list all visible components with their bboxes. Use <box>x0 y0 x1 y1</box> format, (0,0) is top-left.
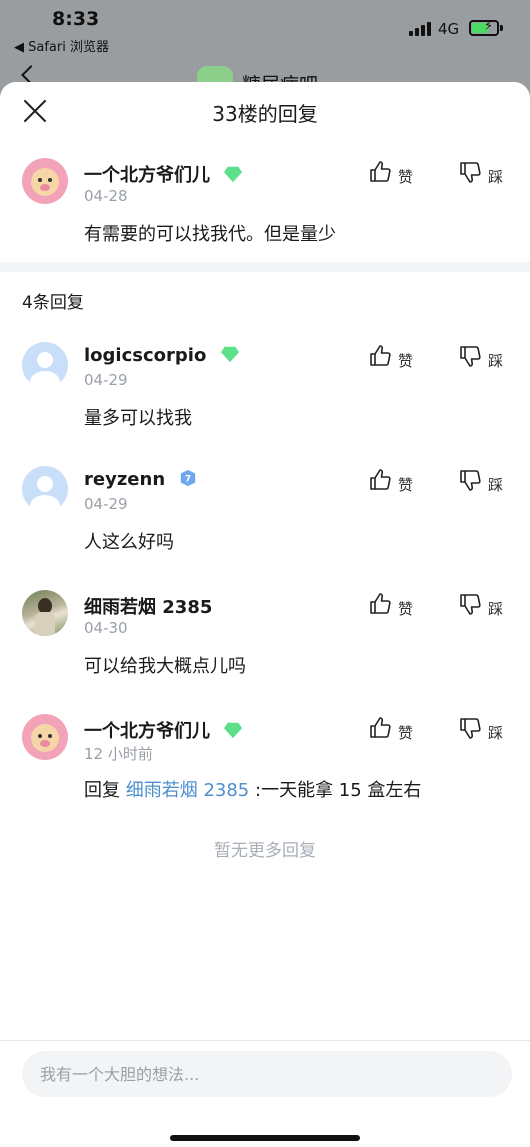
like-button[interactable]: 赞 <box>368 468 422 496</box>
thumbs-down-icon <box>460 594 481 615</box>
reply-input[interactable] <box>22 1051 512 1097</box>
username[interactable]: 一个北方爷们儿 <box>84 717 243 743</box>
dislike-label: 踩 <box>488 168 504 186</box>
reply-input-bar <box>0 1040 530 1147</box>
username-text[interactable]: reyzenn <box>84 469 165 490</box>
dislike-button[interactable]: 踩 <box>458 160 512 188</box>
comment-date: 12 小时前 <box>84 745 153 763</box>
dislike-label: 踩 <box>488 600 504 618</box>
avatar[interactable] <box>22 466 68 512</box>
like-button[interactable]: 赞 <box>368 592 422 620</box>
thumbs-up-icon <box>370 345 391 366</box>
thumbs-down-icon <box>460 718 481 739</box>
status-bar: 8:33 ◀ Safari 浏览器 4G ⚡ <box>0 0 530 56</box>
avatar[interactable] <box>22 714 68 760</box>
diamond-badge-icon <box>220 346 239 363</box>
thumbs-up-icon <box>370 593 391 614</box>
comment-text: 人这么好吗 <box>84 532 174 553</box>
username-text[interactable]: logicscorpio <box>84 345 206 366</box>
thumbs-down-icon <box>460 346 481 367</box>
comment-text: 量多可以找我 <box>84 408 192 429</box>
username[interactable]: reyzenn 7 <box>84 469 197 490</box>
dislike-button[interactable]: 踩 <box>458 468 512 496</box>
dislike-label: 踩 <box>488 724 504 742</box>
mentioned-user-link[interactable]: 细雨若烟 2385 <box>126 780 250 801</box>
username-text[interactable]: 细雨若烟 2385 <box>84 597 212 618</box>
comment-date: 04-29 <box>84 371 128 389</box>
reply-prefix: 回复 <box>84 780 120 801</box>
username-text[interactable]: 一个北方爷们儿 <box>84 721 210 742</box>
username[interactable]: 细雨若烟 2385 <box>84 593 212 619</box>
avatar[interactable] <box>22 590 68 636</box>
svg-text:7: 7 <box>185 475 191 485</box>
dislike-button[interactable]: 踩 <box>458 344 512 372</box>
dislike-button[interactable]: 踩 <box>458 716 512 744</box>
comment-date: 04-28 <box>84 187 128 205</box>
diamond-badge-icon <box>224 166 243 183</box>
like-button[interactable]: 赞 <box>368 716 422 744</box>
username-text[interactable]: 一个北方爷们儿 <box>84 165 210 186</box>
avatar[interactable] <box>22 342 68 388</box>
reply-sheet: 33楼的回复 一个北方爷们儿 04-28 有需要的可以找我代。但是量少 赞 踩 … <box>0 82 530 1147</box>
reply-body: :一天能拿 15 盒左右 <box>255 780 422 801</box>
thumbs-up-icon <box>370 469 391 490</box>
thumbs-up-icon <box>370 161 391 182</box>
status-time: 8:33 <box>52 8 100 30</box>
comment-text: 有需要的可以找我代。但是量少 <box>84 224 336 245</box>
thumbs-down-icon <box>460 470 481 491</box>
dislike-label: 踩 <box>488 352 504 370</box>
network-type: 4G <box>438 20 460 38</box>
like-button[interactable]: 赞 <box>368 344 422 372</box>
comment-date: 04-29 <box>84 495 128 513</box>
like-label: 赞 <box>398 476 414 494</box>
username[interactable]: 一个北方爷们儿 <box>84 161 243 187</box>
comment-text: 回复 细雨若烟 2385 :一天能拿 15 盒左右 <box>84 776 421 802</box>
like-label: 赞 <box>398 600 414 618</box>
sheet-title: 33楼的回复 <box>212 102 318 126</box>
like-label: 赞 <box>398 352 414 370</box>
home-indicator[interactable] <box>170 1135 360 1141</box>
battery-icon: ⚡ <box>469 19 499 36</box>
dislike-button[interactable]: 踩 <box>458 592 512 620</box>
diamond-badge-icon: 7 <box>181 469 196 487</box>
username[interactable]: logicscorpio <box>84 345 239 366</box>
back-to-app-link[interactable]: ◀ Safari 浏览器 <box>14 36 109 55</box>
diamond-badge-icon <box>224 722 243 739</box>
thumbs-down-icon <box>460 162 481 183</box>
reply-count: 4条回复 <box>22 293 84 313</box>
like-label: 赞 <box>398 724 414 742</box>
battery-cap <box>500 25 503 31</box>
avatar[interactable] <box>22 158 68 204</box>
no-more-replies: 暂无更多回复 <box>214 841 316 861</box>
dislike-label: 踩 <box>488 476 504 494</box>
comment-text: 可以给我大概点儿吗 <box>84 656 246 677</box>
comment-date: 04-30 <box>84 619 128 637</box>
like-label: 赞 <box>398 168 414 186</box>
cellular-signal-icon <box>409 22 431 36</box>
section-divider <box>0 262 530 272</box>
thumbs-up-icon <box>370 717 391 738</box>
like-button[interactable]: 赞 <box>368 160 422 188</box>
